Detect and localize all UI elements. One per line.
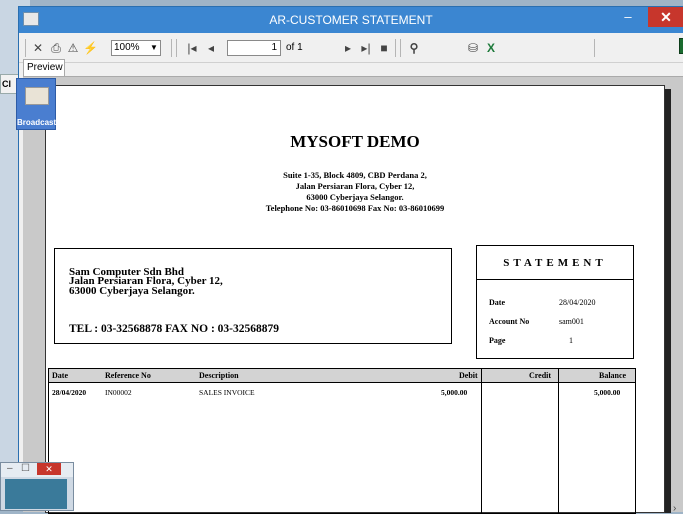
search-icon[interactable]: ⚲ <box>407 41 421 55</box>
page-label: Page <box>489 336 506 345</box>
cell-date: 28/04/2020 <box>52 388 87 397</box>
column-divider <box>481 369 482 513</box>
statement-box: STATEMENT Date 28/04/2020 Account No sam… <box>476 245 634 359</box>
separator <box>594 39 595 57</box>
date-value: 28/04/2020 <box>559 298 596 307</box>
column-divider <box>558 369 559 513</box>
stop-icon[interactable]: ■ <box>377 41 391 55</box>
envelope-icon <box>25 87 49 105</box>
table-header: Date Reference No Description Debit Cred… <box>49 369 635 383</box>
company-name: MYSOFT DEMO <box>290 132 420 151</box>
minimize-button[interactable]: – <box>614 7 642 27</box>
page-count-label: of 1 <box>286 42 303 53</box>
column-header-balance: Balance <box>599 371 627 380</box>
column-header-credit: Credit <box>529 371 552 380</box>
report-page: MYSOFT DEMO Suite 1-35, Block 4809, CBD … <box>45 85 665 514</box>
viewer-toolbar: ✕ ⎙ ⚠ ⚡ 100% ▼ |◂ ◂ 1 of 1 ▸ ▸| ■ ⚲ ⛁ X <box>19 33 683 63</box>
customer-box: Sam Computer Sdn Bhd Jalan Persiaran Flo… <box>54 248 452 344</box>
page-value: 1 <box>569 336 573 345</box>
customer-address-line: 63000 Cyberjaya Selangor. <box>69 285 195 297</box>
minimize-icon[interactable]: – <box>7 463 13 474</box>
printer-setup-icon[interactable]: ⚠ <box>66 41 80 55</box>
date-label: Date <box>489 298 505 307</box>
previous-page-icon[interactable]: ◂ <box>204 41 218 55</box>
customer-tel-fax: TEL : 03-32568878 FAX NO : 03-32568879 <box>69 323 279 335</box>
zoom-select[interactable]: 100% ▼ <box>111 40 161 56</box>
company-phone-fax: Telephone No: 03-86010698 Fax No: 03-860… <box>265 203 445 213</box>
report-window: AR-CUSTOMER STATEMENT – ☐ ✕ ✕ ⎙ ⚠ ⚡ 100%… <box>18 6 683 514</box>
broadcast-label: Broadcast <box>17 118 57 127</box>
company-address-line: Suite 1-35, Block 4809, CBD Perdana 2, <box>283 170 427 180</box>
close-report-icon[interactable]: ✕ <box>31 41 45 55</box>
column-header-debit: Debit <box>459 371 478 380</box>
company-address-line: Jalan Persiaran Flora, Cyber 12, <box>295 181 415 191</box>
column-header-reference: Reference No <box>105 371 151 380</box>
small-window-content <box>5 479 67 509</box>
column-header-date: Date <box>52 371 68 380</box>
side-toolbar-icon[interactable] <box>679 38 683 54</box>
zoom-value: 100% <box>114 42 140 53</box>
page-shadow <box>665 89 671 513</box>
cell-debit: 5,000.00 <box>441 388 468 397</box>
first-page-icon[interactable]: |◂ <box>185 41 199 55</box>
broadcast-button[interactable]: Broadcast <box>16 78 56 130</box>
tab-preview[interactable]: Preview <box>23 59 65 76</box>
cell-reference: IN00002 <box>105 388 132 397</box>
small-window-titlebar: – ☐ ✕ <box>1 463 73 477</box>
column-header-description: Description <box>199 371 239 380</box>
last-page-icon[interactable]: ▸| <box>359 41 373 55</box>
statement-title: STATEMENT <box>477 246 633 280</box>
page-number-input[interactable]: 1 <box>227 40 281 56</box>
window-title: AR-CUSTOMER STATEMENT <box>269 13 433 27</box>
chevron-down-icon[interactable]: ▼ <box>148 41 160 55</box>
report-viewer: MYSOFT DEMO Suite 1-35, Block 4809, CBD … <box>23 76 683 514</box>
scroll-right-icon[interactable]: › <box>673 503 676 514</box>
transactions-table: Date Reference No Description Debit Cred… <box>48 368 636 514</box>
separator <box>400 39 401 57</box>
refresh-icon[interactable]: ⚡ <box>83 41 98 55</box>
close-button[interactable]: ✕ <box>648 7 683 27</box>
next-page-icon[interactable]: ▸ <box>341 41 355 55</box>
title-bar: AR-CUSTOMER STATEMENT – ☐ ✕ <box>19 7 683 33</box>
account-label: Account No <box>489 317 530 326</box>
print-icon[interactable]: ⎙ <box>49 41 63 55</box>
maximize-icon[interactable]: ☐ <box>21 463 30 474</box>
background-window-small: – ☐ ✕ <box>0 462 74 511</box>
close-icon[interactable]: ✕ <box>37 463 61 475</box>
export-icon[interactable]: ⛁ <box>466 41 480 55</box>
separator <box>395 39 396 57</box>
separator <box>176 39 177 57</box>
separator <box>171 39 172 57</box>
company-address-line: 63000 Cyberjaya Selangor. <box>306 192 404 202</box>
excel-export-icon[interactable]: X <box>484 41 498 55</box>
cell-description: SALES INVOICE <box>199 388 255 397</box>
cell-balance: 5,000.00 <box>594 388 621 397</box>
separator <box>25 39 26 57</box>
account-value: sam001 <box>559 317 584 326</box>
